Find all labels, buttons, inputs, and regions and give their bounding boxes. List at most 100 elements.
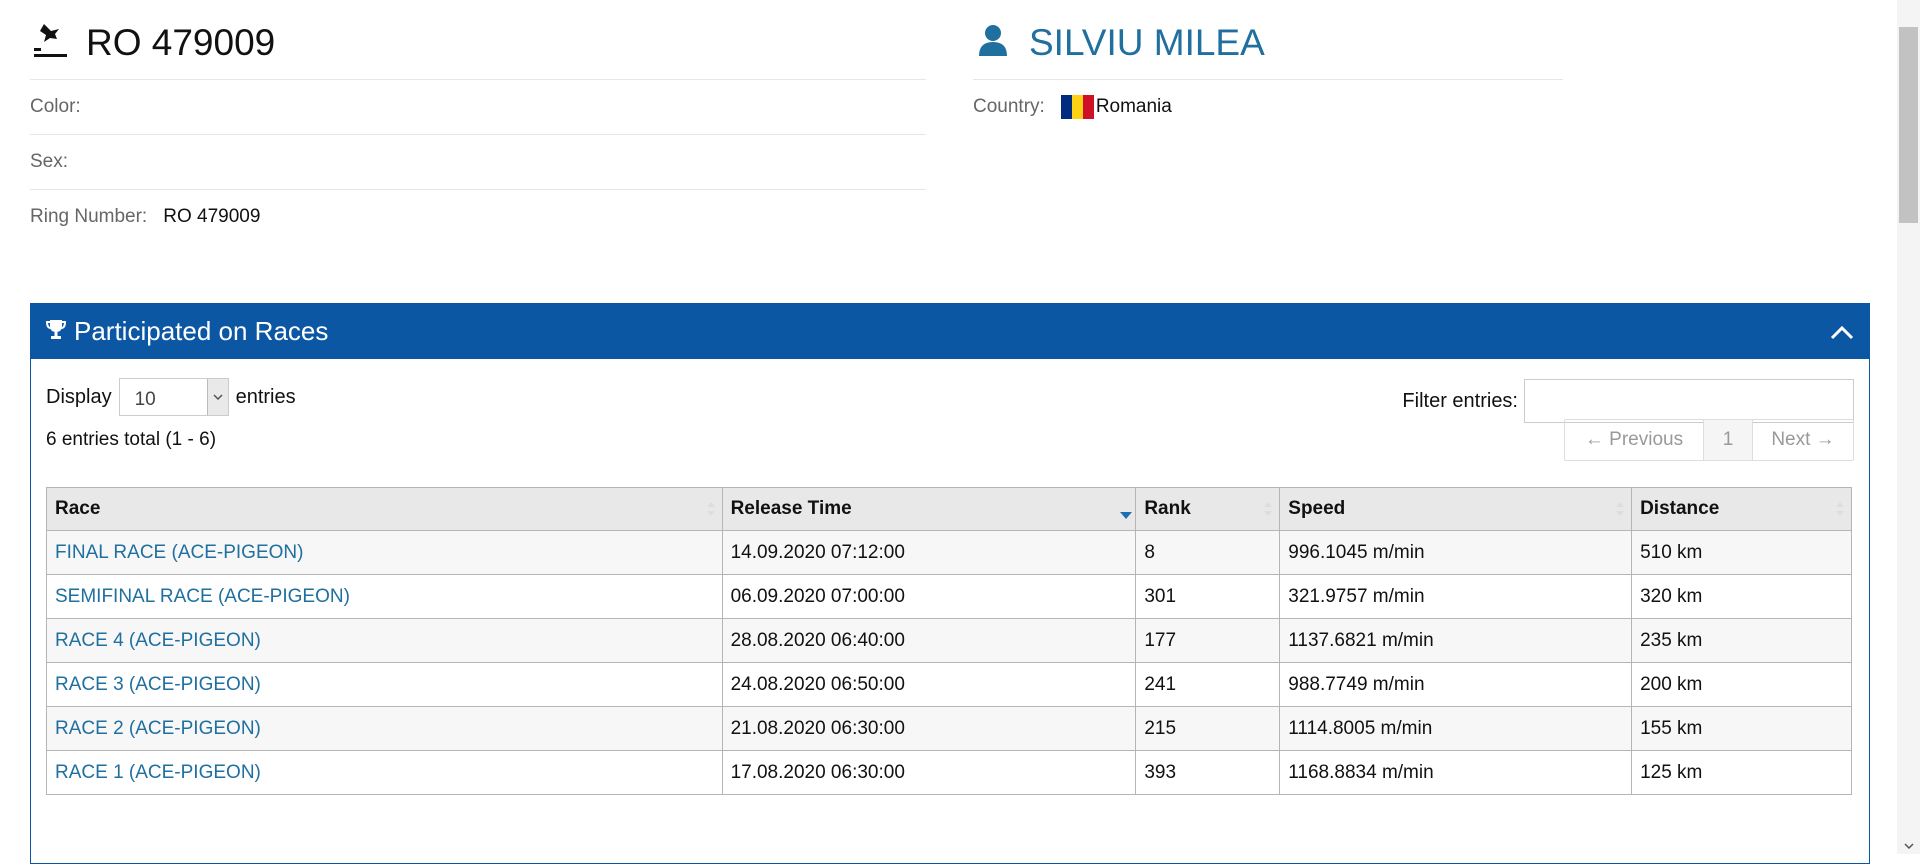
page-1-button[interactable]: 1 [1704, 420, 1753, 460]
column-header-distance[interactable]: Distance [1631, 487, 1852, 531]
page-length-select[interactable]: 10 [118, 378, 229, 416]
table-row: RACE 1 (ACE-PIGEON) 17.08.2020 06:30:00 … [46, 750, 1852, 795]
sex-row: Sex: [30, 135, 926, 190]
filter-input[interactable] [1524, 379, 1854, 423]
user-icon [973, 20, 1013, 60]
sort-desc-icon [1119, 498, 1133, 520]
race-cell: RACE 4 (ACE-PIGEON) [46, 618, 723, 663]
table-row: RACE 2 (ACE-PIGEON) 21.08.2020 06:30:00 … [46, 706, 1852, 751]
sort-both-icon [1615, 498, 1625, 520]
pigeon-title-row: RO 479009 [30, 0, 926, 80]
display-label: Display [46, 385, 112, 408]
distance-cell: 155 km [1631, 706, 1852, 751]
race-cell: RACE 3 (ACE-PIGEON) [46, 662, 723, 707]
rank-cell: 177 [1135, 618, 1281, 663]
distance-cell: 510 km [1631, 530, 1852, 575]
owner-name[interactable]: SILVIU MILEA [1029, 22, 1265, 64]
speed-cell: 988.7749 m/min [1279, 662, 1633, 707]
country-label: Country: [973, 96, 1045, 117]
column-label: Rank [1144, 498, 1191, 519]
column-header-race[interactable]: Race [46, 487, 723, 531]
race-cell: RACE 1 (ACE-PIGEON) [46, 750, 723, 795]
ring-number-row: Ring Number: RO 479009 [30, 190, 926, 244]
sort-both-icon [1835, 498, 1845, 520]
scroll-down-arrow-icon[interactable] [1897, 838, 1920, 854]
country-value: Romania [1095, 96, 1172, 117]
table-row: FINAL RACE (ACE-PIGEON) 14.09.2020 07:12… [46, 530, 1852, 575]
color-label: Color: [30, 96, 81, 117]
speed-cell: 1168.8834 m/min [1279, 750, 1633, 795]
column-header-speed[interactable]: Speed [1279, 487, 1633, 531]
entries-label: entries [235, 385, 296, 408]
page-length-value: 10 [134, 389, 156, 410]
distance-cell: 320 km [1631, 574, 1852, 619]
table-row: RACE 4 (ACE-PIGEON) 28.08.2020 06:40:00 … [46, 618, 1852, 663]
release-time-cell: 17.08.2020 06:30:00 [721, 750, 1137, 795]
release-time-cell: 14.09.2020 07:12:00 [721, 530, 1137, 575]
owner-title-row: SILVIU MILEA [973, 0, 1563, 80]
sort-both-icon [1263, 498, 1273, 520]
release-time-cell: 28.08.2020 06:40:00 [721, 618, 1137, 663]
collapse-chevron-up-icon[interactable] [1827, 317, 1857, 347]
race-link[interactable]: FINAL RACE (ACE-PIGEON) [55, 542, 303, 563]
previous-page-button[interactable]: ← Previous [1565, 420, 1704, 460]
race-link[interactable]: RACE 2 (ACE-PIGEON) [55, 718, 261, 739]
panel-title: Participated on Races [74, 315, 329, 346]
bird-landing-icon [30, 20, 70, 60]
speed-cell: 1114.8005 m/min [1279, 706, 1633, 751]
filter-control: Filter entries: [1402, 379, 1854, 423]
rank-cell: 393 [1135, 750, 1281, 795]
chevron-down-icon[interactable] [206, 379, 228, 415]
filter-label: Filter entries: [1402, 389, 1518, 412]
release-time-cell: 24.08.2020 06:50:00 [721, 662, 1137, 707]
owner-info: SILVIU MILEA Country: Romania [973, 0, 1563, 134]
sex-label: Sex: [30, 151, 69, 172]
rank-cell: 241 [1135, 662, 1281, 707]
race-link[interactable]: RACE 3 (ACE-PIGEON) [55, 674, 261, 695]
column-label: Race [55, 498, 101, 519]
color-row: Color: [30, 80, 926, 135]
race-cell: FINAL RACE (ACE-PIGEON) [46, 530, 723, 575]
race-link[interactable]: SEMIFINAL RACE (ACE-PIGEON) [55, 586, 350, 607]
races-table: Race Release Time Rank Speed Distance FI… [46, 487, 1852, 795]
ring-number-value: RO 479009 [163, 206, 261, 227]
next-page-button[interactable]: Next → [1753, 420, 1853, 460]
rank-cell: 301 [1135, 574, 1281, 619]
race-link[interactable]: RACE 1 (ACE-PIGEON) [55, 762, 261, 783]
speed-cell: 996.1045 m/min [1279, 530, 1633, 575]
pigeon-info: RO 479009 Color: Sex: Ring Number: RO 47… [30, 0, 926, 244]
ring-number-label: Ring Number: [30, 206, 148, 227]
romania-flag-icon [1060, 95, 1094, 119]
distance-cell: 235 km [1631, 618, 1852, 663]
trophy-icon [45, 318, 67, 345]
release-time-cell: 06.09.2020 07:00:00 [721, 574, 1137, 619]
rank-cell: 215 [1135, 706, 1281, 751]
distance-cell: 200 km [1631, 662, 1852, 707]
column-label: Distance [1640, 498, 1720, 519]
release-time-cell: 21.08.2020 06:30:00 [721, 706, 1137, 751]
rank-cell: 8 [1135, 530, 1281, 575]
speed-cell: 321.9757 m/min [1279, 574, 1633, 619]
column-header-release-time[interactable]: Release Time [721, 487, 1137, 531]
scrollbar-thumb[interactable] [1899, 27, 1918, 223]
pigeon-ring-title: RO 479009 [86, 21, 276, 63]
table-header-row: Race Release Time Rank Speed Distance [46, 487, 1852, 531]
sort-both-icon [706, 498, 716, 520]
table-row: SEMIFINAL RACE (ACE-PIGEON) 06.09.2020 0… [46, 574, 1852, 619]
pagination: ← Previous 1 Next → [1564, 419, 1854, 461]
speed-cell: 1137.6821 m/min [1279, 618, 1633, 663]
table-row: RACE 3 (ACE-PIGEON) 24.08.2020 06:50:00 … [46, 662, 1852, 707]
panel-header: Participated on Races [31, 303, 1869, 359]
race-link[interactable]: RACE 4 (ACE-PIGEON) [55, 630, 261, 651]
entries-info: 6 entries total (1 - 6) [46, 429, 217, 450]
race-cell: SEMIFINAL RACE (ACE-PIGEON) [46, 574, 723, 619]
distance-cell: 125 km [1631, 750, 1852, 795]
column-header-rank[interactable]: Rank [1135, 487, 1281, 531]
column-label: Release Time [730, 498, 852, 519]
vertical-scrollbar[interactable] [1897, 0, 1920, 854]
country-row: Country: Romania [973, 80, 1563, 134]
race-cell: RACE 2 (ACE-PIGEON) [46, 706, 723, 751]
page-length-control: Display 10 entries [46, 378, 296, 416]
column-label: Speed [1288, 498, 1346, 519]
races-panel: Participated on Races Display 10 entries… [30, 303, 1870, 864]
